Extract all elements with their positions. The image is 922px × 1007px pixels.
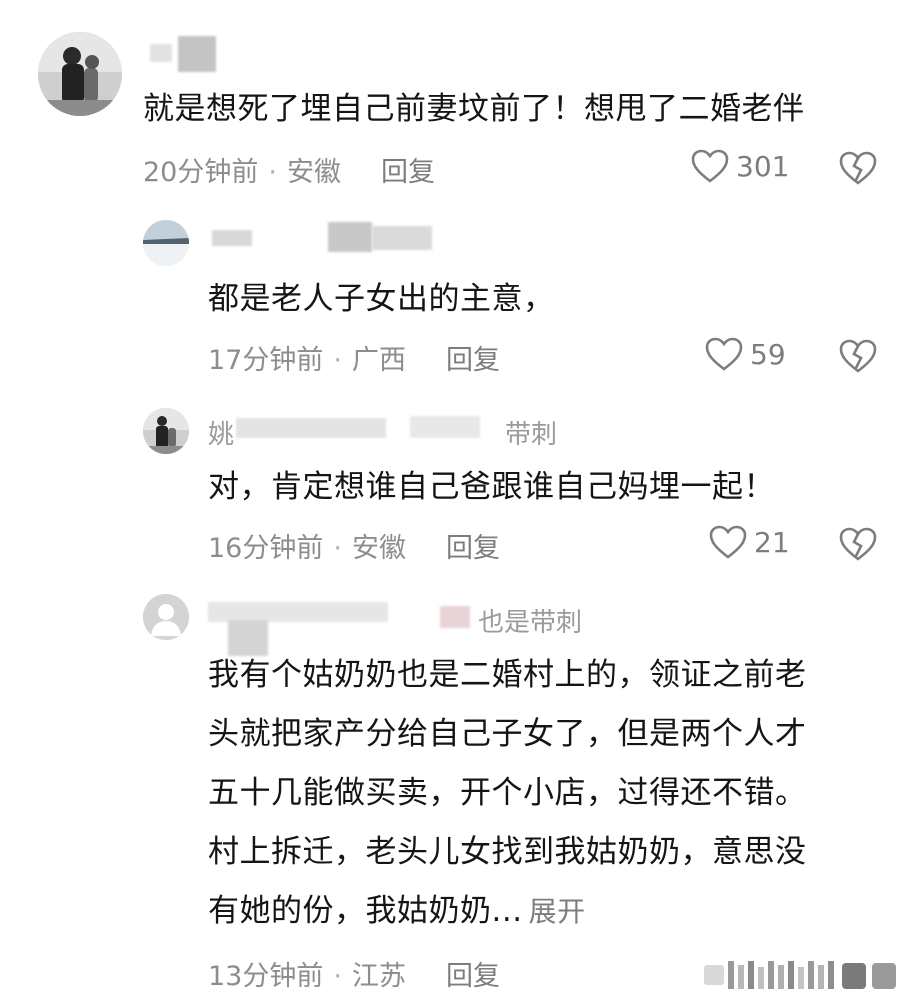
dislike-button[interactable]: [838, 150, 878, 190]
comment-time: 13分钟前: [208, 961, 324, 992]
meta-separator: ·: [333, 345, 342, 376]
like-button[interactable]: 59: [704, 336, 786, 372]
comment-text: 就是想死了埋自己前妻坟前了！想甩了二婚老伴: [143, 91, 805, 127]
meta-separator: ·: [268, 157, 277, 188]
comment-text-line: 头就把家产分给自己子女了，但是两个人才: [208, 716, 807, 752]
comment-2: 都是老人子女出的主意， 17分钟前 · 广西 回复 59: [0, 200, 922, 390]
username-suffix: 带刺: [505, 420, 558, 450]
reply-button[interactable]: 回复: [446, 961, 500, 992]
comment-text: 都是老人子女出的主意，: [208, 281, 555, 317]
meta-separator: ·: [333, 533, 342, 564]
reply-button[interactable]: 回复: [446, 345, 500, 376]
like-count: 21: [754, 525, 790, 559]
username-redacted: [410, 416, 480, 438]
expand-button[interactable]: 展开: [529, 895, 586, 928]
like-button[interactable]: 301: [690, 148, 789, 184]
broken-heart-icon: [839, 151, 877, 185]
comment-time: 17分钟前: [208, 345, 324, 376]
username-text: 姚: [208, 420, 235, 450]
avatar-photo-icon: [143, 408, 189, 454]
comment-location: 广西: [351, 345, 406, 376]
username[interactable]: 姚: [208, 414, 234, 451]
reply-button[interactable]: 回复: [381, 157, 435, 188]
avatar-photo-icon: [38, 32, 122, 116]
like-count: 301: [736, 149, 790, 183]
username-redacted: [440, 606, 470, 628]
comment-meta: 17分钟前 · 广西 回复: [208, 338, 500, 377]
like-button[interactable]: 21: [708, 524, 790, 560]
comment-4: 也是带刺 我有个姑奶奶也是二婚村上的，领证之前老 头就把家产分给自己子女了，但是…: [0, 580, 922, 1007]
username-redacted: [208, 602, 388, 622]
comment-time: 20分钟前: [143, 157, 259, 188]
avatar-photo-icon: [143, 220, 189, 266]
comment-3: 姚 带刺 对，肯定想谁自己爸跟谁自己妈埋一起！ 16分钟前 · 安徽 回复 21: [0, 390, 922, 580]
username-redacted: [178, 36, 216, 72]
username-redacted: [212, 230, 252, 246]
comment-location: 江苏: [351, 961, 406, 992]
comment-text: 我有个姑奶奶也是二婚村上的，领证之前老 头就把家产分给自己子女了，但是两个人才 …: [208, 646, 807, 941]
username-redacted: [236, 418, 386, 438]
comment-text-line: 村上拆迁，老头儿女找到我姑奶奶，意思没: [208, 834, 807, 870]
broken-heart-icon: [839, 339, 877, 373]
meta-separator: ·: [333, 961, 342, 992]
comment-meta: 16分钟前 · 安徽 回复: [208, 526, 500, 565]
comment-meta: 13分钟前 · 江苏 回复: [208, 954, 500, 993]
avatar[interactable]: [143, 594, 189, 640]
username-redacted: [150, 44, 172, 62]
watermark-logo: [704, 961, 896, 989]
username-redacted: [328, 222, 372, 252]
comment-1: 就是想死了埋自己前妻坟前了！想甩了二婚老伴 20分钟前 · 安徽 回复 301: [0, 0, 922, 200]
comment-text-line: 五十几能做买卖，开个小店，过得还不错。: [208, 775, 807, 811]
comment-text-line-last: 有她的份，我姑奶奶... 展开: [208, 882, 807, 941]
person-avatar-icon: [143, 594, 189, 640]
broken-heart-icon: [839, 527, 877, 561]
comment-location: 安徽: [286, 157, 341, 188]
username-suffix: 也是带刺: [478, 608, 583, 638]
comment-time: 16分钟前: [208, 533, 324, 564]
dislike-button[interactable]: [838, 526, 878, 566]
comment-location: 安徽: [351, 533, 406, 564]
like-count: 59: [750, 337, 786, 371]
heart-outline-icon: [705, 337, 743, 371]
heart-outline-icon: [691, 149, 729, 183]
username-redacted: [372, 226, 432, 250]
heart-outline-icon: [709, 525, 747, 559]
avatar[interactable]: [143, 220, 189, 266]
avatar[interactable]: [38, 32, 122, 116]
reply-button[interactable]: 回复: [446, 533, 500, 564]
comment-meta: 20分钟前 · 安徽 回复: [143, 150, 435, 189]
comment-text: 对，肯定想谁自己爸跟谁自己妈埋一起！: [208, 469, 775, 505]
comment-text-line: 有她的份，我姑奶奶...: [208, 893, 523, 929]
comment-text-line: 我有个姑奶奶也是二婚村上的，领证之前老: [208, 657, 807, 693]
avatar[interactable]: [143, 408, 189, 454]
dislike-button[interactable]: [838, 338, 878, 378]
